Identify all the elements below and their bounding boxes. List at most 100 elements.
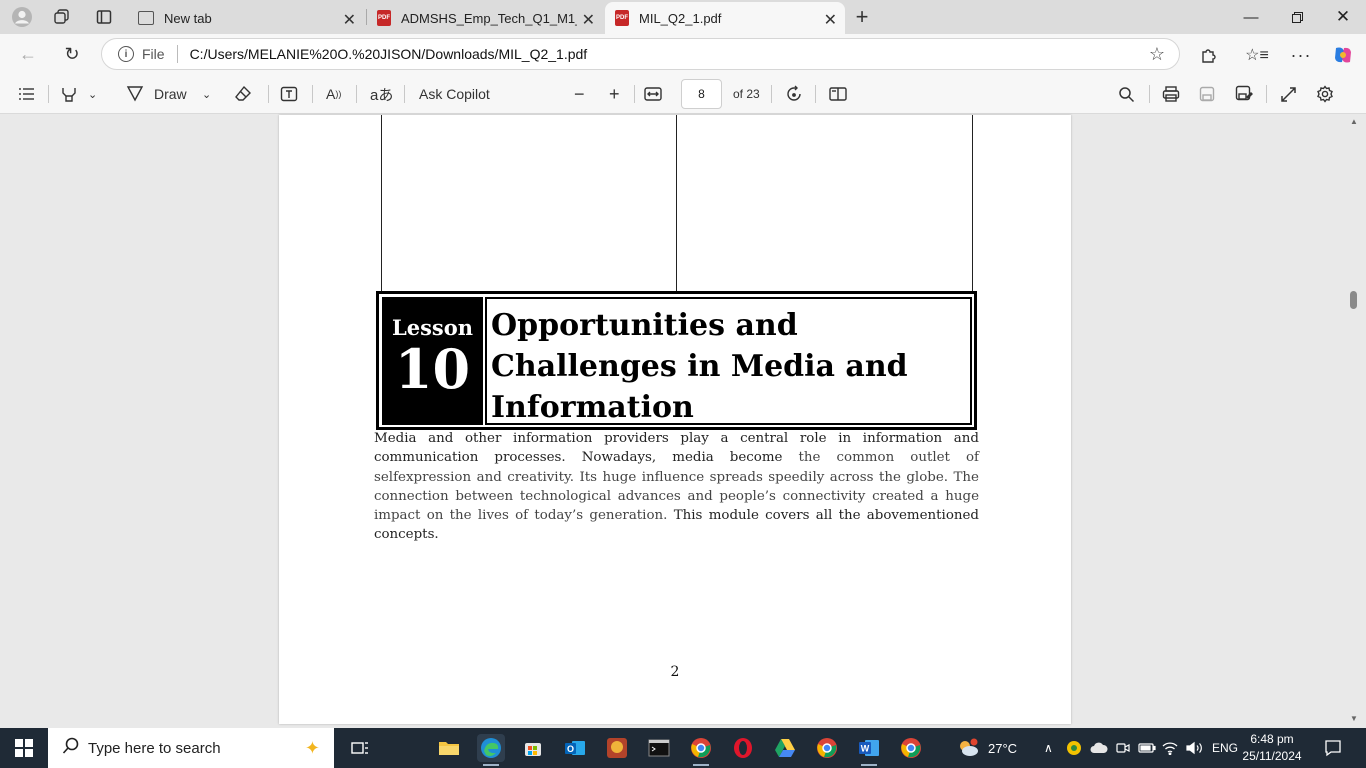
onedrive-cloud-icon[interactable] [1090,728,1108,768]
terminal-icon[interactable] [645,734,673,762]
tab-admshs-pdf[interactable]: PDF ADMSHS_Emp_Tech_Q1_M1_L1-IC ✕ [367,2,603,34]
file-explorer-icon[interactable] [435,734,463,762]
weather-widget[interactable]: 27°C [956,728,1017,768]
meet-now-icon[interactable] [1116,728,1130,768]
search-placeholder: Type here to search [88,739,221,757]
search-icon[interactable] [1118,82,1135,106]
table-border-line [676,115,677,291]
svg-text:O: O [567,744,574,754]
lesson-title-box: Opportunities and Challenges in Media an… [485,297,972,425]
tab-mil-pdf[interactable]: PDF MIL_Q2_1.pdf ✕ [605,2,845,34]
back-arrow-icon[interactable]: ← [14,42,42,66]
print-icon[interactable] [1162,82,1180,106]
draw-options-chevron-icon[interactable]: ⌄ [202,82,211,106]
scroll-up-arrow-icon[interactable]: ▲ [1348,115,1360,127]
toolbar-divider [1266,85,1267,103]
draw-button[interactable]: Draw [126,82,187,106]
show-hidden-icons-chevron-icon[interactable]: ∧ [1044,728,1053,768]
save-icon[interactable] [1199,82,1215,106]
draw-pen-icon [126,84,144,105]
close-tab-icon[interactable]: ✕ [343,10,356,30]
new-tab-page-icon [138,11,154,25]
vertical-scrollbar[interactable]: ▲ ▼ [1348,115,1360,724]
tab-actions-icon[interactable] [92,5,116,29]
toolbar-divider [1149,85,1150,103]
tab-new-tab[interactable]: New tab ✕ [128,2,364,34]
extensions-icon[interactable] [1198,44,1220,66]
contents-list-icon[interactable] [18,82,35,106]
more-options-icon[interactable]: ··· [1290,44,1312,66]
weather-temperature: 27°C [988,740,1018,756]
start-button[interactable] [0,728,48,768]
workspaces-icon[interactable] [50,5,74,29]
pdf-file-icon: PDF [377,10,391,26]
outlook-icon[interactable]: O [561,734,589,762]
page-number-input[interactable]: 8 [681,79,722,109]
translate-icon[interactable]: aあ [370,82,393,106]
erase-icon[interactable] [234,82,252,106]
ask-copilot-button[interactable]: Ask Copilot [419,82,490,106]
favorites-icon[interactable]: ☆≡ [1245,44,1269,66]
zoom-out-icon[interactable]: − [574,82,585,106]
app-tray-icon[interactable] [1066,728,1082,768]
lesson-header: Lesson 10 Opportunities and Challenges i… [376,291,977,430]
game-app-icon[interactable] [603,734,631,762]
edge-browser-icon[interactable] [477,734,505,766]
copilot-icon[interactable] [1332,44,1354,66]
volume-icon[interactable] [1186,728,1204,768]
pdf-viewer-area[interactable]: Lesson 10 Opportunities and Challenges i… [0,115,1366,724]
microsoft-store-icon[interactable] [519,734,547,762]
search-highlights-icon: ✦ [304,737,320,758]
svg-text:W: W [861,744,870,754]
url-text[interactable]: C:/Users/MELANIE%20O.%20JISON/Downloads/… [190,46,588,62]
taskbar-search-box[interactable]: Type here to search ✦ [48,728,334,768]
rotate-icon[interactable] [785,82,803,106]
word-icon[interactable]: W [855,734,883,766]
toolbar-divider [48,85,49,103]
battery-icon[interactable] [1138,728,1156,768]
refresh-icon[interactable]: ↻ [58,42,86,66]
minimize-button[interactable]: — [1228,0,1274,34]
notifications-icon[interactable] [1324,728,1342,768]
clock-date: 25/11/2024 [1242,749,1302,763]
system-clock[interactable]: 6:48 pm 25/11/2024 [1240,731,1304,765]
highlight-options-chevron-icon[interactable]: ⌄ [88,82,97,106]
google-drive-icon[interactable] [771,734,799,762]
highlight-icon[interactable] [60,82,78,106]
active-app-indicator [483,764,499,766]
wifi-icon[interactable] [1162,728,1178,768]
profile-avatar-icon[interactable] [10,5,34,29]
address-bar[interactable]: i File C:/Users/MELANIE%20O.%20JISON/Dow… [101,38,1180,70]
chrome-profile-icon[interactable] [687,734,715,766]
input-language-indicator[interactable]: ENG [1212,728,1238,768]
tab-bar: New tab ✕ PDF ADMSHS_Emp_Tech_Q1_M1_L1-I… [0,0,1366,34]
tab-title: MIL_Q2_1.pdf [639,10,722,26]
toolbar-divider [312,85,313,103]
task-view-icon[interactable] [346,734,374,762]
fit-to-width-icon[interactable] [644,82,662,106]
scheme-label: File [142,46,165,62]
toolbar-divider [268,85,269,103]
zoom-in-icon[interactable]: + [609,82,620,106]
windows-logo-icon [15,739,33,757]
save-as-icon[interactable] [1235,82,1253,106]
settings-gear-icon[interactable] [1316,82,1334,106]
fullscreen-icon[interactable] [1280,82,1297,106]
restore-button[interactable] [1274,0,1320,34]
toolbar-divider [404,85,405,103]
scroll-down-arrow-icon[interactable]: ▼ [1348,712,1360,724]
close-tab-icon[interactable]: ✕ [824,10,837,30]
read-aloud-icon[interactable]: A)) [326,82,341,106]
favorite-star-icon[interactable]: ☆ [1149,44,1165,65]
chrome-profile-icon[interactable] [897,734,925,762]
opera-browser-icon[interactable] [729,734,757,762]
site-info-icon[interactable]: i [118,46,134,62]
add-text-icon[interactable] [280,82,298,106]
page-view-icon[interactable] [829,82,847,106]
new-tab-plus-icon[interactable]: + [850,4,874,29]
close-window-button[interactable]: ✕ [1320,0,1366,34]
close-tab-icon[interactable]: ✕ [582,10,595,30]
scrollbar-thumb[interactable] [1350,291,1357,309]
chrome-profile-icon[interactable] [813,734,841,762]
url-divider [176,45,178,63]
